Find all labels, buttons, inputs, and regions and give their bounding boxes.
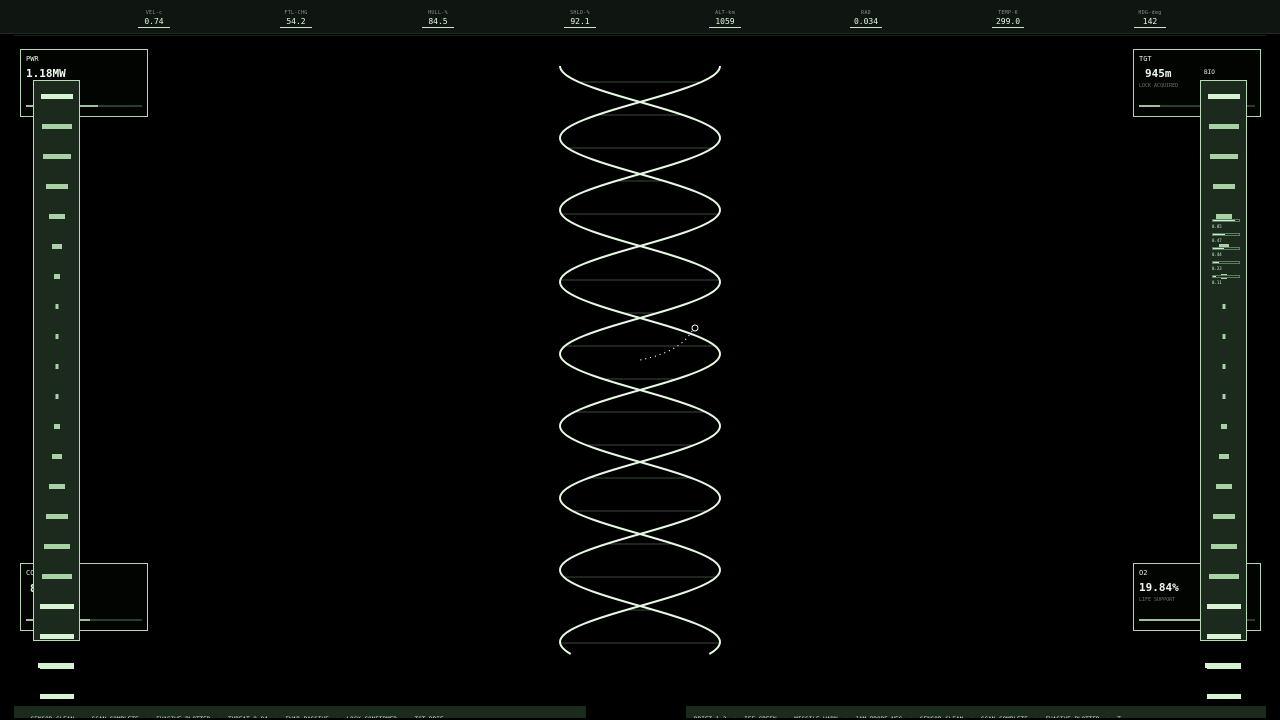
ticker-item: TGT DRIF [415,714,444,718]
ticker-item: EVASIVE PLOTTED [1045,714,1099,718]
ticker-item: EWAR PASSIVE [285,714,328,718]
ticker-item: IFF GREEN [744,714,777,718]
ticker-item: EVASIVE PLOTTED [156,714,210,718]
ticker-separator: • [909,714,913,718]
probe-marker [691,324,699,332]
helix-strand [558,65,722,655]
ticker-item: T [1117,714,1121,718]
ticker-item: SCAN COMPLETE [92,714,139,718]
ticker-separator: • [1107,714,1111,718]
ticker-item: DRIFT 1.2 [694,714,727,718]
ticker-separator: • [970,714,974,718]
ticker-item: THREAT 0.84 [228,714,268,718]
helix-scan-display [558,65,722,655]
ticker-separator: • [845,714,849,718]
ticker-separator: • [784,714,788,718]
ticker-separator: • [81,714,85,718]
ticker-item: MISSILE WARN [794,714,837,718]
ticker-separator: • [1035,714,1039,718]
ticker-item: SENSOR CLEAN [920,714,963,718]
ticker-separator: • [734,714,738,718]
status-ticker-left: • SENSOR CLEAN • SCAN COMPLETE • EVASIVE PLOT… [14,706,586,718]
ticker-item: LOCK CONFIRMED [346,714,397,718]
ticker-item: JAM PROBE NEG [855,714,902,718]
ticker-item: SCAN COMPLETE [981,714,1028,718]
ticker-separator: • [275,714,279,718]
ticker-separator: • [20,714,24,718]
ticker-separator: • [404,714,408,718]
ticker-item: SENSOR CLEAN [31,714,74,718]
ticker-separator: • [146,714,150,718]
helix-strand [558,65,722,655]
ticker-separator: • [217,714,221,718]
status-ticker-right: DRIFT 1.2 • IFF GREEN • MISSILE WARN • JAM PRO… [686,706,1266,718]
ticker-separator: • [336,714,340,718]
